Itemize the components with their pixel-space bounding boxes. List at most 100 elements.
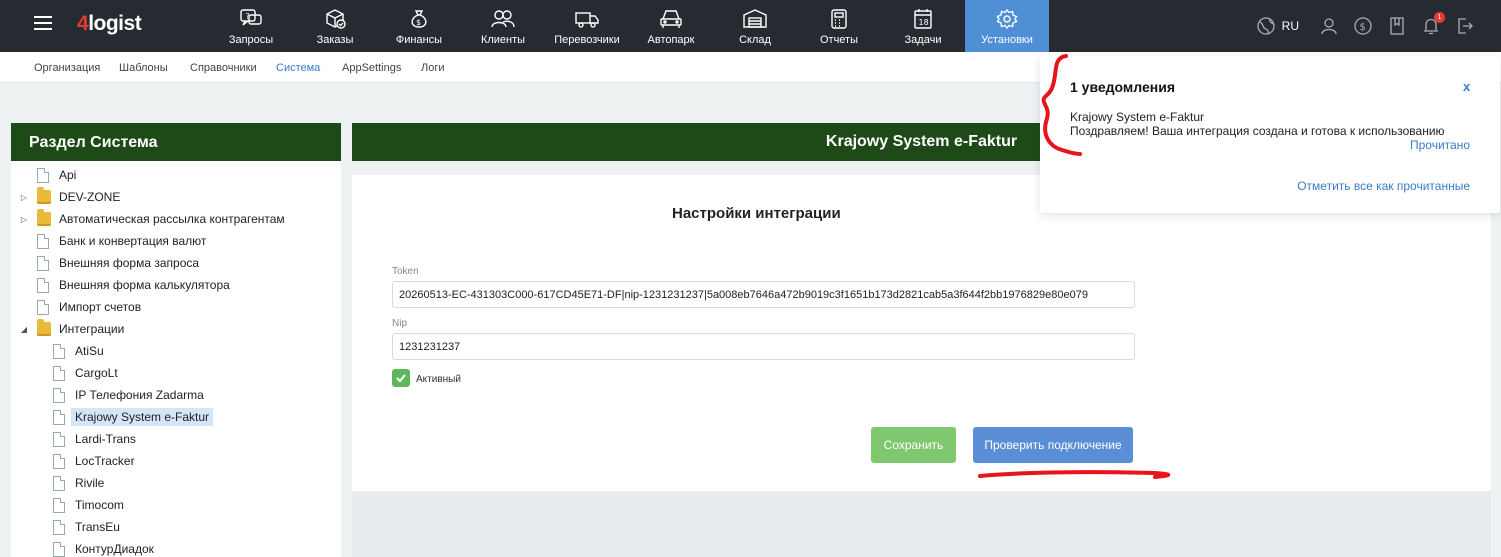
card-footer-area [352,491,1491,557]
document-icon [53,541,65,557]
document-icon [37,233,49,249]
integration-settings-card: Настройки интеграции Token Nip Активный … [352,175,1491,491]
subnav-logs[interactable]: Логи [421,62,445,74]
tree-item-transeu[interactable]: TransEu [53,517,120,537]
tree-item-ksef[interactable]: Krajowy System e-Faktur [53,407,214,427]
tree-item-dev-zone[interactable]: ▷ DEV-ZONE [19,187,120,207]
calendar-icon: 18 [914,9,932,29]
token-label: Token [392,266,419,277]
svg-text:$: $ [1360,22,1366,33]
nav-orders[interactable]: Заказы [293,0,377,52]
checkmark-icon [396,374,406,383]
tree-item-api[interactable]: Api [19,165,76,185]
active-checkbox[interactable] [392,369,410,387]
nav-label: Отчеты [819,34,859,46]
document-icon [53,519,65,535]
notification-title: Krajowy System e-Faktur [1070,110,1205,124]
nav-carriers[interactable]: Перевозчики [545,0,629,52]
notifications-popup: 1 уведомления x Krajowy System e-Faktur … [1040,56,1500,213]
folder-icon [37,319,51,336]
orders-box-icon [326,9,346,29]
tree-item-rivile[interactable]: Rivile [53,473,104,493]
subnav-templates[interactable]: Шаблоны [119,62,168,74]
tree-item-label: Api [59,168,77,182]
nav-clients[interactable]: Клиенты [461,0,545,52]
active-label: Активный [416,374,461,385]
tree-item-cargolt[interactable]: CargoLt [53,363,118,383]
tree-item-label: TransEu [75,520,120,534]
save-button[interactable]: Сохранить [871,427,956,463]
logo-text: logist [88,12,142,35]
truck-icon [575,12,599,28]
nav-fleet[interactable]: Автопарк [629,0,713,52]
nav-tasks[interactable]: 18 Задачи [881,0,965,52]
document-icon [53,365,65,381]
subnav-system[interactable]: Система [276,62,320,74]
subnav-directories[interactable]: Справочники [190,62,257,74]
globe-icon[interactable] [1256,16,1276,36]
tree-item-label: DEV-ZONE [59,190,121,204]
tree-item-zadarma[interactable]: IP Телефония Zadarma [53,385,204,405]
bell-icon[interactable]: 1 [1421,12,1445,36]
notifications-title: 1 уведомления [1070,79,1176,95]
notification-text: Поздравляем! Ваша интеграция создана и г… [1070,124,1445,138]
nav-requests[interactable]: ? Запросы [209,0,293,52]
tree-item-label: AtiSu [75,344,104,358]
nav-settings[interactable]: Установки [965,0,1049,52]
mark-all-read-link[interactable]: Отметить все как прочитанные [1297,179,1470,193]
logo[interactable]: 4logist [77,12,142,36]
nav-label: Финансы [395,34,443,46]
document-icon [37,255,49,271]
tree-item-auto-mailing[interactable]: ▷ Автоматическая рассылка контрагентам [19,209,285,229]
logo-number: 4 [77,12,89,35]
tree-item-loctracker[interactable]: LocTracker [53,451,135,471]
logout-icon[interactable] [1455,16,1475,36]
nav-label: Запросы [228,34,274,46]
close-notifications-button[interactable]: x [1463,79,1470,94]
tree-item-external-request-form[interactable]: Внешняя форма запроса [19,253,199,273]
tree-item-bank[interactable]: Банк и конвертация валют [19,231,206,251]
nav-reports[interactable]: Отчеты [797,0,881,52]
user-toolbar: RU $ 1 [1256,12,1475,39]
subnav-appsettings[interactable]: AppSettings [342,62,401,74]
menu-icon[interactable] [34,16,52,30]
tree-item-label: CargoLt [75,366,118,380]
svg-text:$: $ [416,18,421,27]
expand-arrow-icon[interactable]: ▷ [19,193,29,202]
tree-item-integrations[interactable]: ◢ Интеграции [19,319,124,339]
folder-icon [37,209,51,226]
expand-arrow-icon[interactable]: ▷ [19,215,29,224]
nav-finance[interactable]: $ Финансы [377,0,461,52]
language-switch[interactable]: RU [1282,19,1299,33]
folder-icon [37,187,51,204]
tree-item-label: Автоматическая рассылка контрагентам [59,212,285,226]
tree-item-label: LocTracker [75,454,135,468]
collapse-arrow-icon[interactable]: ◢ [19,325,29,334]
document-icon [53,497,65,513]
tree-item-label: Krajowy System e-Faktur [71,408,214,426]
token-input[interactable] [392,281,1135,308]
check-connection-button[interactable]: Проверить подключение [973,427,1133,463]
mark-read-link[interactable]: Прочитано [1410,138,1470,152]
nav-warehouse[interactable]: Склад [713,0,797,52]
top-navbar: 4logist ? Запросы Заказы $ Финансы Клиен… [0,0,1501,52]
book-icon[interactable] [1387,16,1407,36]
tree-item-external-calculator-form[interactable]: Внешняя форма калькулятора [19,275,230,295]
nav-label: Перевозчики [554,34,620,46]
document-icon [37,299,49,315]
nip-label: Nip [392,318,408,329]
subnav-organization[interactable]: Организация [34,62,100,74]
question-chat-icon: ? [240,9,262,26]
user-icon[interactable] [1319,16,1339,36]
nav-label: Склад [739,34,771,46]
tree-item-import-invoices[interactable]: Импорт счетов [19,297,141,317]
tree-item-atisu[interactable]: AtiSu [53,341,104,361]
tree-item-kontur-diadok[interactable]: КонтурДиадок [53,539,154,557]
tree-item-lardi-trans[interactable]: Lardi-Trans [53,429,136,449]
gear-icon [996,8,1018,30]
tree-item-label: IP Телефония Zadarma [75,388,204,402]
nip-input[interactable] [392,333,1135,360]
tree-item-timocom[interactable]: Timocom [53,495,124,515]
dollar-icon[interactable]: $ [1353,16,1373,36]
warehouse-icon [743,9,767,28]
